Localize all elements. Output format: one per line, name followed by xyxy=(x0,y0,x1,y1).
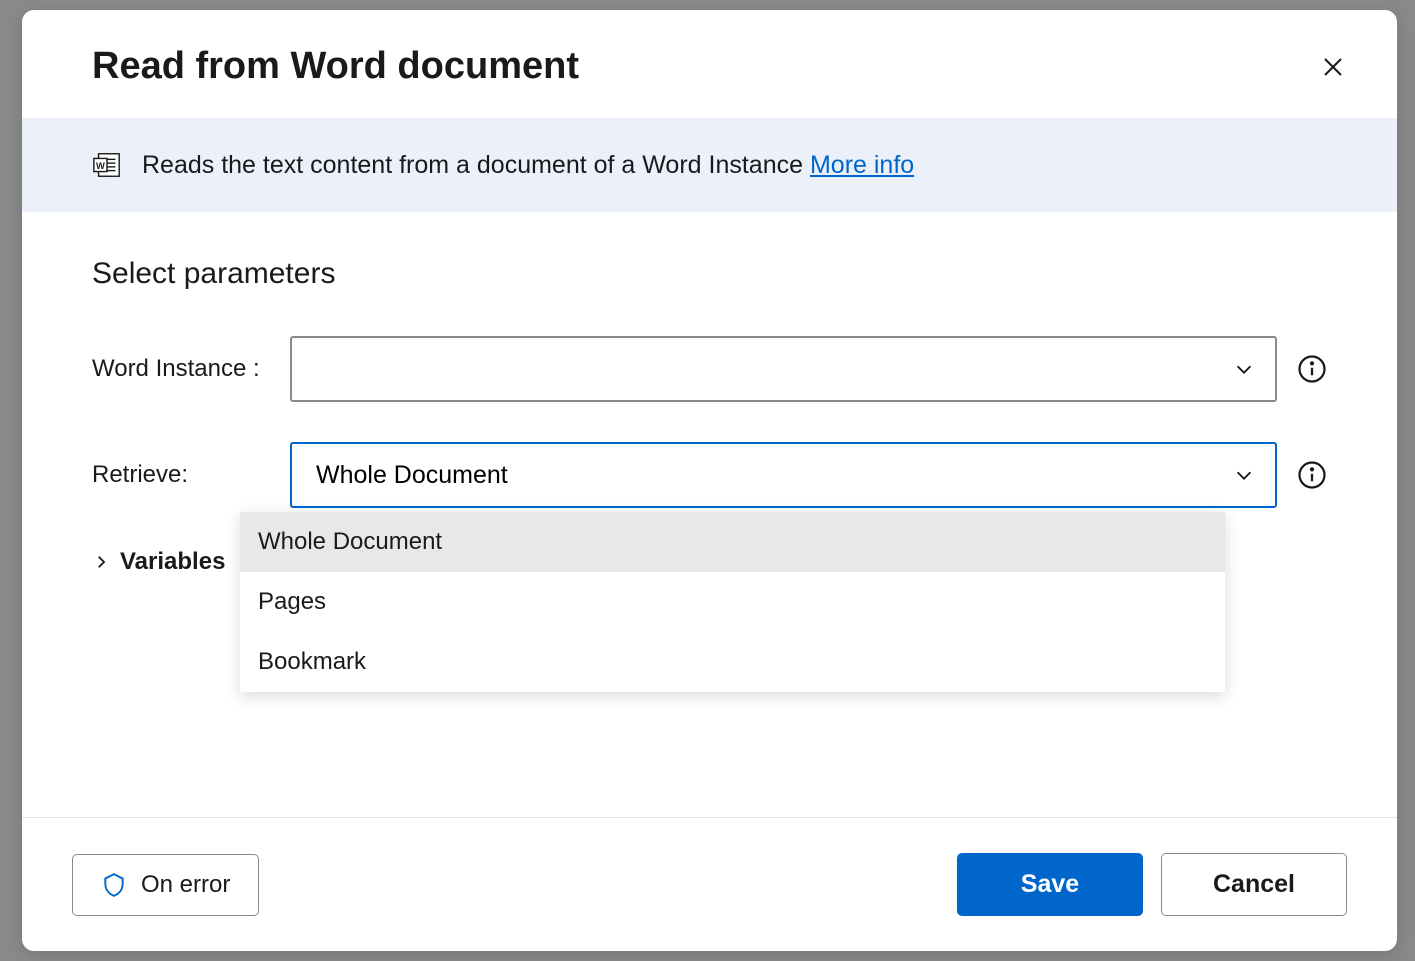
dialog-footer: On error Save Cancel xyxy=(22,817,1397,951)
word-instance-row: Word Instance : xyxy=(92,336,1327,402)
chevron-down-icon xyxy=(1233,358,1255,380)
section-title: Select parameters xyxy=(92,257,1327,291)
svg-text:W: W xyxy=(96,161,105,171)
on-error-button[interactable]: On error xyxy=(72,854,259,916)
word-instance-label: Word Instance : xyxy=(92,355,290,383)
dialog: Read from Word document W Reads the text… xyxy=(22,10,1397,951)
shield-icon xyxy=(101,872,127,898)
retrieve-value: Whole Document xyxy=(316,461,508,490)
dialog-header: Read from Word document xyxy=(22,10,1397,118)
dialog-body: Select parameters Word Instance : xyxy=(22,212,1397,817)
chevron-right-icon xyxy=(92,553,110,571)
variables-label: Variables xyxy=(120,548,225,576)
save-button[interactable]: Save xyxy=(957,853,1143,916)
dropdown-item-bookmark[interactable]: Bookmark xyxy=(240,632,1225,692)
description-text: Reads the text content from a document o… xyxy=(142,151,914,180)
footer-buttons: Save Cancel xyxy=(957,853,1347,916)
retrieve-select[interactable]: Whole Document Whole Document Pages Book… xyxy=(290,442,1277,508)
close-icon xyxy=(1321,55,1345,79)
cancel-button[interactable]: Cancel xyxy=(1161,853,1347,916)
more-info-link[interactable]: More info xyxy=(810,151,914,179)
retrieve-dropdown-menu: Whole Document Pages Bookmark xyxy=(240,512,1225,692)
dialog-title: Read from Word document xyxy=(92,45,579,88)
info-icon[interactable] xyxy=(1297,460,1327,490)
dropdown-item-whole-document[interactable]: Whole Document xyxy=(240,512,1225,572)
description-content: Reads the text content from a document o… xyxy=(142,151,810,179)
retrieve-control-wrap: Whole Document Whole Document Pages Book… xyxy=(290,442,1327,508)
word-instance-control-wrap xyxy=(290,336,1327,402)
chevron-down-icon xyxy=(1233,464,1255,486)
word-document-icon: W xyxy=(92,150,122,180)
retrieve-row: Retrieve: Whole Document Whole Document … xyxy=(92,442,1327,508)
close-button[interactable] xyxy=(1319,53,1347,81)
retrieve-label: Retrieve: xyxy=(92,461,290,489)
dropdown-item-pages[interactable]: Pages xyxy=(240,572,1225,632)
word-instance-select[interactable] xyxy=(290,336,1277,402)
on-error-label: On error xyxy=(141,871,230,899)
description-bar: W Reads the text content from a document… xyxy=(22,118,1397,212)
info-icon[interactable] xyxy=(1297,354,1327,384)
